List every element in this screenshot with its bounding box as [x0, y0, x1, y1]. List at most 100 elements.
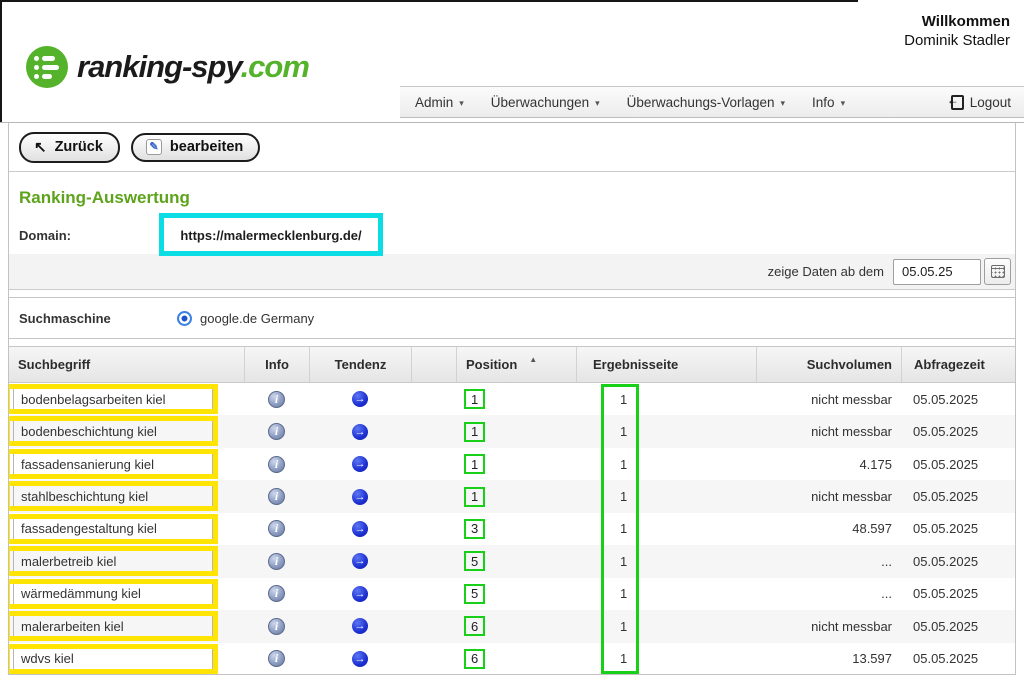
chevron-down-icon: ▾	[459, 98, 464, 109]
abfragezeit-value: 05.05.2025	[901, 578, 1015, 610]
header-ergebnisseite[interactable]: Ergebnisseite	[576, 347, 756, 382]
suchvolumen-value: nicht messbar	[756, 610, 901, 642]
logout-button[interactable]: ← Logout	[951, 95, 1011, 110]
keyword-cell: wärmedämmung kiel	[13, 582, 213, 606]
abfragezeit-value: 05.05.2025	[901, 545, 1015, 577]
date-input[interactable]	[893, 259, 981, 285]
info-icon[interactable]: i	[268, 585, 285, 602]
info-icon[interactable]: i	[268, 456, 285, 473]
ergebnisseite-value: 1	[576, 643, 756, 675]
trend-arrow-icon[interactable]: →	[352, 456, 368, 472]
abfragezeit-value: 05.05.2025	[901, 383, 1015, 415]
header-info[interactable]: Info	[244, 347, 309, 382]
trend-arrow-icon[interactable]: →	[352, 553, 368, 569]
suchvolumen-value: 4.175	[756, 448, 901, 480]
edit-icon: ✎	[146, 139, 162, 155]
suchvolumen-value: nicht messbar	[756, 383, 901, 415]
keyword-cell: malerarbeiten kiel	[13, 614, 213, 638]
back-arrow-icon: ↖	[34, 138, 47, 156]
trend-arrow-icon[interactable]: →	[352, 586, 368, 602]
trend-arrow-icon[interactable]: →	[352, 391, 368, 407]
suchvolumen-value: nicht messbar	[756, 415, 901, 447]
page-title: Ranking-Auswertung	[9, 172, 1015, 216]
trend-arrow-icon[interactable]: →	[352, 424, 368, 440]
ergebnisseite-value: 1	[576, 545, 756, 577]
header-position[interactable]: Position▲	[456, 347, 576, 382]
table-row: wdvs kiel i → 6 1 13.597 05.05.2025	[9, 643, 1015, 675]
table-header: Suchbegriff Info Tendenz Position▲ Ergeb…	[9, 347, 1015, 383]
position-value: 1	[464, 389, 485, 409]
info-icon[interactable]: i	[268, 391, 285, 408]
ergebnisseite-value: 1	[576, 513, 756, 545]
ergebnisseite-value: 1	[576, 415, 756, 447]
suchvolumen-value: nicht messbar	[756, 480, 901, 512]
abfragezeit-value: 05.05.2025	[901, 643, 1015, 675]
logout-icon: ←	[951, 95, 964, 110]
table-row: malerbetreib kiel i → 5 1 ... 05.05.2025	[9, 545, 1015, 577]
header-abfragezeit[interactable]: Abfragezeit	[901, 347, 1015, 382]
nav-item-admin[interactable]: Admin▾	[415, 95, 464, 110]
abfragezeit-value: 05.05.2025	[901, 610, 1015, 642]
table-row: malerarbeiten kiel i → 6 1 nicht messbar…	[9, 610, 1015, 642]
logo-icon	[26, 46, 68, 88]
keyword-cell: malerbetreib kiel	[13, 549, 213, 573]
table-row: wärmedämmung kiel i → 5 1 ... 05.05.2025	[9, 578, 1015, 610]
trend-arrow-icon[interactable]: →	[352, 521, 368, 537]
keyword-cell: bodenbelagsarbeiten kiel	[13, 387, 213, 411]
date-filter-label: zeige Daten ab dem	[768, 264, 884, 279]
table-row: bodenbeschichtung kiel i → 1 1 nicht mes…	[9, 415, 1015, 447]
search-engine-radio[interactable]	[177, 311, 192, 326]
info-icon[interactable]: i	[268, 553, 285, 570]
logo[interactable]: ranking-spy.com	[26, 46, 309, 88]
nav-item-ueberwachungen[interactable]: Überwachungen▾	[491, 95, 600, 110]
nav-item-ueberwachungs-vorlagen[interactable]: Überwachungs-Vorlagen▾	[627, 95, 785, 110]
trend-arrow-icon[interactable]: →	[352, 489, 368, 505]
position-value: 1	[464, 454, 485, 474]
trend-arrow-icon[interactable]: →	[352, 618, 368, 634]
domain-row: Domain: https://malermecklenburg.de/	[9, 216, 1015, 254]
header-suchbegriff[interactable]: Suchbegriff	[9, 347, 244, 382]
info-icon[interactable]: i	[268, 423, 285, 440]
position-value: 6	[464, 649, 485, 669]
calendar-button[interactable]	[984, 258, 1011, 285]
chevron-down-icon: ▾	[595, 98, 600, 109]
keyword-cell: bodenbeschichtung kiel	[13, 419, 213, 443]
position-value: 6	[464, 616, 485, 636]
chevron-down-icon: ▾	[781, 98, 786, 109]
ergebnisseite-value: 1	[576, 448, 756, 480]
abfragezeit-value: 05.05.2025	[901, 448, 1015, 480]
welcome-label: Willkommen	[904, 12, 1010, 31]
info-icon[interactable]: i	[268, 488, 285, 505]
keyword-cell: wdvs kiel	[13, 647, 213, 671]
section-spacer	[9, 339, 1015, 347]
keyword-cell: fassadensanierung kiel	[13, 452, 213, 476]
suchvolumen-value: ...	[756, 578, 901, 610]
header-empty	[411, 347, 456, 382]
table-row: fassadengestaltung kiel i → 3 1 48.597 0…	[9, 513, 1015, 545]
search-engine-value: google.de Germany	[200, 311, 314, 326]
header-suchvolumen[interactable]: Suchvolumen	[756, 347, 901, 382]
suchvolumen-value: ...	[756, 545, 901, 577]
abfragezeit-value: 05.05.2025	[901, 513, 1015, 545]
edit-button[interactable]: ✎ bearbeiten	[131, 133, 260, 162]
section-spacer	[9, 290, 1015, 298]
info-icon[interactable]: i	[268, 618, 285, 635]
search-engine-label: Suchmaschine	[9, 311, 177, 326]
date-filter-row: zeige Daten ab dem	[9, 254, 1015, 290]
trend-arrow-icon[interactable]: →	[352, 651, 368, 667]
nav-item-info[interactable]: Info▾	[812, 95, 845, 110]
table-body: bodenbelagsarbeiten kiel i → 1 1 nicht m…	[9, 383, 1015, 675]
position-value: 1	[464, 422, 485, 442]
window-top-edge	[0, 0, 858, 2]
header-tendenz[interactable]: Tendenz	[309, 347, 411, 382]
abfragezeit-value: 05.05.2025	[901, 480, 1015, 512]
info-icon[interactable]: i	[268, 520, 285, 537]
domain-value: https://malermecklenburg.de/	[167, 228, 375, 243]
ergebnisseite-value: 1	[576, 383, 756, 415]
back-button[interactable]: ↖ Zurück	[19, 132, 120, 163]
chevron-down-icon: ▾	[841, 98, 846, 109]
table-row: bodenbelagsarbeiten kiel i → 1 1 nicht m…	[9, 383, 1015, 415]
info-icon[interactable]: i	[268, 650, 285, 667]
suchvolumen-value: 48.597	[756, 513, 901, 545]
ergebnisseite-value: 1	[576, 480, 756, 512]
